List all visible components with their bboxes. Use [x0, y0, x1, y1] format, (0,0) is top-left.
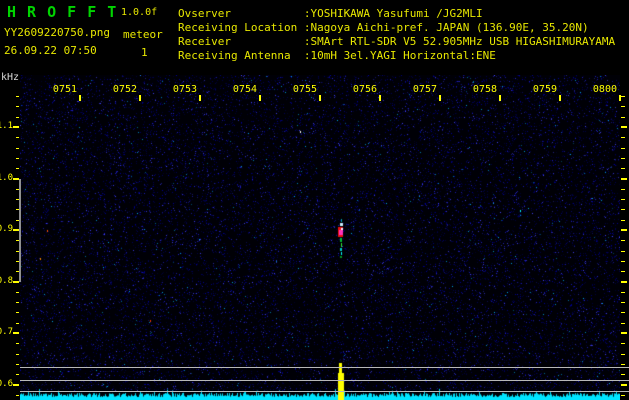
- freq-minor-tick: [16, 364, 19, 365]
- freq-minor-tick-right: [621, 302, 625, 303]
- freq-minor-tick-right: [621, 261, 625, 262]
- freq-minor-tick: [16, 189, 19, 190]
- freq-minor-tick-right: [621, 106, 625, 107]
- freq-minor-tick-right: [621, 292, 625, 293]
- freq-minor-tick-right: [621, 312, 625, 313]
- freq-minor-tick: [16, 261, 19, 262]
- freq-minor-tick: [16, 137, 19, 138]
- freq-minor-tick-right: [621, 189, 625, 190]
- freq-minor-tick: [16, 199, 19, 200]
- freq-minor-tick: [16, 323, 19, 324]
- freq-major-tick: [13, 229, 19, 231]
- freq-minor-tick-right: [621, 323, 625, 324]
- meteor-count: 1: [141, 46, 148, 59]
- freq-minor-tick-right: [621, 199, 625, 200]
- freq-label: 0.8: [0, 276, 13, 286]
- freq-major-tick-right: [621, 229, 627, 231]
- freq-major-tick: [13, 178, 19, 180]
- freq-major-tick-right: [621, 281, 627, 283]
- spectrogram-canvas: [20, 75, 620, 400]
- freq-unit-label: kHz: [1, 72, 20, 83]
- freq-minor-tick-right: [621, 354, 625, 355]
- freq-minor-tick-right: [621, 395, 625, 396]
- freq-label: 1.1: [0, 121, 13, 131]
- freq-minor-tick-right: [621, 374, 625, 375]
- station-info-line: Receiving Antenna :10mH 3el.YAGI Horizon…: [178, 49, 496, 62]
- freq-major-tick-right: [621, 126, 627, 128]
- freq-minor-tick-right: [621, 137, 625, 138]
- freq-minor-tick: [16, 209, 19, 210]
- freq-minor-tick: [16, 302, 19, 303]
- freq-minor-tick: [16, 343, 19, 344]
- freq-minor-tick: [16, 117, 19, 118]
- freq-minor-tick-right: [621, 148, 625, 149]
- station-header: Ovserver :YOSHIKAWA Yasufumi /JG2MLI Rece…: [178, 7, 615, 63]
- freq-label: 0.7: [0, 327, 13, 337]
- freq-minor-tick-right: [621, 343, 625, 344]
- freq-minor-tick-right: [621, 96, 625, 97]
- observation-datetime: 26.09.22 07:50: [4, 44, 97, 57]
- freq-minor-tick: [16, 354, 19, 355]
- freq-minor-tick: [16, 374, 19, 375]
- app-title: H R O F F T: [7, 3, 118, 21]
- freq-minor-tick-right: [621, 168, 625, 169]
- freq-major-tick-right: [621, 178, 627, 180]
- freq-minor-tick: [16, 292, 19, 293]
- freq-minor-tick: [16, 106, 19, 107]
- output-filename: YY2609220750.png: [4, 26, 110, 39]
- freq-label: 1.0: [0, 173, 13, 183]
- freq-major-tick: [13, 281, 19, 283]
- freq-minor-tick: [16, 148, 19, 149]
- freq-minor-tick: [16, 251, 19, 252]
- freq-minor-tick: [16, 168, 19, 169]
- freq-minor-tick-right: [621, 220, 625, 221]
- freq-minor-tick: [16, 312, 19, 313]
- station-info-line: Receiver :SMArt RTL-SDR V5 52.905MHz USB…: [178, 35, 616, 48]
- freq-major-tick: [13, 126, 19, 128]
- freq-minor-tick-right: [621, 240, 625, 241]
- mode-label: meteor: [123, 28, 163, 41]
- freq-major-tick: [13, 332, 19, 334]
- freq-major-tick-right: [621, 332, 627, 334]
- hrofft-screen: H R O F F T 1.0.0f YY2609220750.png mete…: [0, 0, 629, 400]
- freq-minor-tick-right: [621, 209, 625, 210]
- freq-major-tick-right: [621, 384, 627, 386]
- freq-major-tick: [13, 384, 19, 386]
- freq-minor-tick-right: [621, 251, 625, 252]
- freq-minor-tick: [16, 96, 19, 97]
- freq-minor-tick: [16, 395, 19, 396]
- freq-minor-tick: [16, 240, 19, 241]
- freq-minor-tick-right: [621, 364, 625, 365]
- freq-minor-tick: [16, 158, 19, 159]
- station-info-line: Ovserver :YOSHIKAWA Yasufumi /JG2MLI: [178, 7, 483, 20]
- freq-label: 0.6: [0, 379, 13, 389]
- freq-label: 0.9: [0, 224, 13, 234]
- app-version: 1.0.0f: [121, 7, 158, 18]
- freq-minor-tick-right: [621, 271, 625, 272]
- freq-minor-tick-right: [621, 117, 625, 118]
- freq-minor-tick: [16, 271, 19, 272]
- station-info-line: Receiving Location :Nagoya Aichi-pref. J…: [178, 21, 589, 34]
- freq-minor-tick-right: [621, 158, 625, 159]
- freq-minor-tick: [16, 220, 19, 221]
